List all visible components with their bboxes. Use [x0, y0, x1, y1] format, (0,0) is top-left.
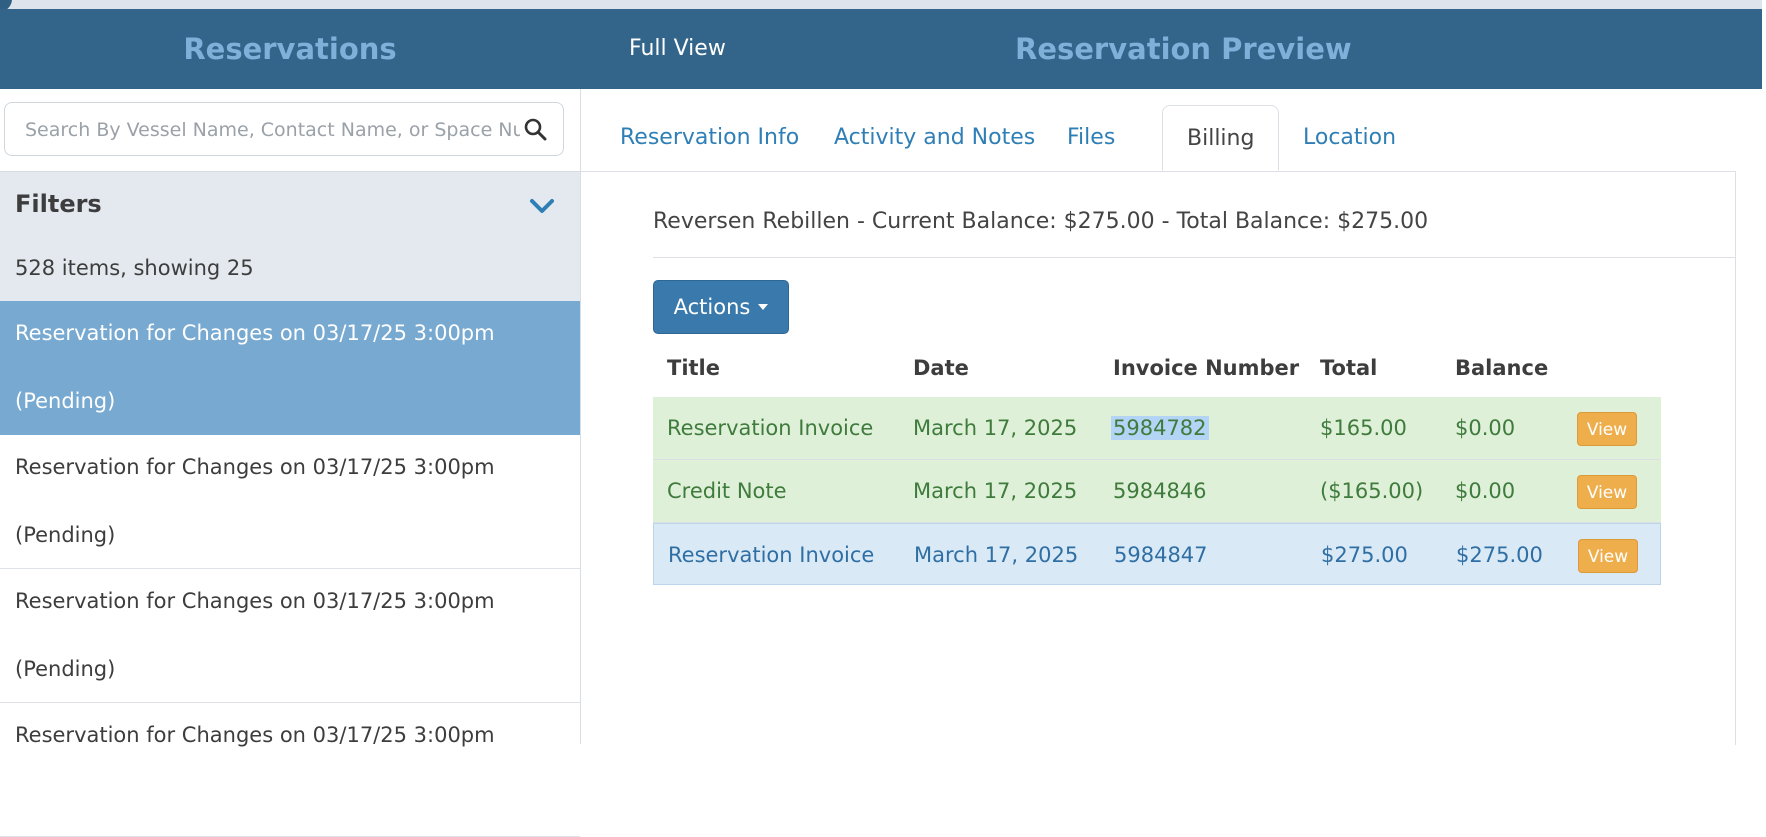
- invoice-title: Reservation Invoice: [667, 416, 874, 440]
- filters-panel: Filters 528 items, showing 25: [0, 171, 580, 302]
- caret-down-icon: [758, 304, 769, 310]
- reservation-list-item[interactable]: Reservation for Changes on 03/17/25 3:00…: [0, 703, 580, 837]
- column-header-title: Title: [667, 356, 721, 380]
- view-invoice-button[interactable]: View: [1578, 539, 1638, 573]
- invoice-balance: $0.00: [1455, 416, 1516, 440]
- window-top-strip: [0, 0, 1766, 12]
- window-right-edge: [1762, 0, 1766, 744]
- full-view-link[interactable]: Full View: [629, 9, 726, 89]
- invoice-number: 5984782: [1111, 416, 1209, 440]
- column-header-date: Date: [913, 356, 969, 380]
- invoice-date: March 17, 2025: [913, 479, 1078, 503]
- app-header: Reservations Full View Reservation Previ…: [0, 9, 1766, 89]
- view-invoice-button[interactable]: View: [1577, 412, 1637, 446]
- actions-dropdown-button[interactable]: Actions: [653, 280, 789, 334]
- actions-label: Actions: [673, 295, 751, 319]
- filters-title: Filters: [15, 190, 102, 218]
- reservation-preview-title: Reservation Preview: [1015, 32, 1352, 66]
- balance-summary: Reversen Rebillen - Current Balance: $27…: [653, 209, 1429, 234]
- tab-reservation-info[interactable]: Reservation Info: [620, 105, 799, 171]
- table-row: Credit Note March 17, 2025 5984846 ($165…: [653, 460, 1661, 523]
- column-header-total: Total: [1320, 356, 1378, 380]
- table-header-row: Title Date Invoice Number Total Balance: [653, 342, 1661, 397]
- tab-activity-and-notes[interactable]: Activity and Notes: [834, 105, 1035, 171]
- reservation-list-item[interactable]: Reservation for Changes on 03/17/25 3:00…: [0, 435, 580, 569]
- divider: [653, 257, 1735, 258]
- invoice-title: Credit Note: [667, 479, 787, 503]
- tab-billing[interactable]: Billing: [1162, 105, 1280, 171]
- chevron-down-icon[interactable]: [528, 192, 556, 220]
- reservations-list-panel: Filters 528 items, showing 25 Reservatio…: [0, 89, 581, 837]
- invoices-table: Title Date Invoice Number Total Balance …: [653, 342, 1661, 585]
- reservations-title: Reservations: [183, 32, 397, 66]
- view-invoice-button[interactable]: View: [1577, 475, 1637, 509]
- reservation-item-status: (Pending): [15, 523, 116, 547]
- invoice-balance: $275.00: [1456, 543, 1543, 567]
- reservation-item-title: Reservation for Changes on 03/17/25 3:00…: [15, 455, 495, 479]
- invoice-total: $275.00: [1321, 543, 1408, 567]
- tab-location[interactable]: Location: [1303, 105, 1396, 171]
- invoice-number: 5984847: [1114, 543, 1208, 567]
- reservation-item-status: (Pending): [15, 389, 116, 413]
- invoice-date: March 17, 2025: [913, 416, 1078, 440]
- invoice-balance: $0.00: [1455, 479, 1516, 503]
- search-input[interactable]: [23, 103, 522, 157]
- column-header-balance: Balance: [1455, 356, 1549, 380]
- billing-content: Reversen Rebillen - Current Balance: $27…: [580, 171, 1736, 745]
- table-row: Reservation Invoice March 17, 2025 59848…: [653, 523, 1661, 585]
- column-header-invoice-number: Invoice Number: [1113, 356, 1300, 380]
- reservation-item-title: Reservation for Changes on 03/17/25 3:00…: [15, 589, 495, 613]
- invoice-total: $165.00: [1320, 416, 1407, 440]
- invoice-date: March 17, 2025: [914, 543, 1079, 567]
- invoice-number: 5984846: [1113, 479, 1207, 503]
- table-row: Reservation Invoice March 17, 2025 59847…: [653, 397, 1661, 460]
- tab-files[interactable]: Files: [1067, 105, 1115, 171]
- reservation-list-item[interactable]: Reservation for Changes on 03/17/25 3:00…: [0, 301, 580, 435]
- reservation-item-status: (Pending): [15, 657, 116, 681]
- invoice-title: Reservation Invoice: [668, 543, 875, 567]
- search-icon[interactable]: [523, 117, 547, 141]
- reservation-item-title: Reservation for Changes on 03/17/25 3:00…: [15, 321, 495, 345]
- invoice-total: ($165.00): [1320, 479, 1424, 503]
- reservation-item-title: Reservation for Changes on 03/17/25 3:00…: [15, 723, 495, 747]
- reservation-list-item[interactable]: Reservation for Changes on 03/17/25 3:00…: [0, 569, 580, 703]
- items-count: 528 items, showing 25: [15, 256, 254, 280]
- search-box: [4, 102, 564, 157]
